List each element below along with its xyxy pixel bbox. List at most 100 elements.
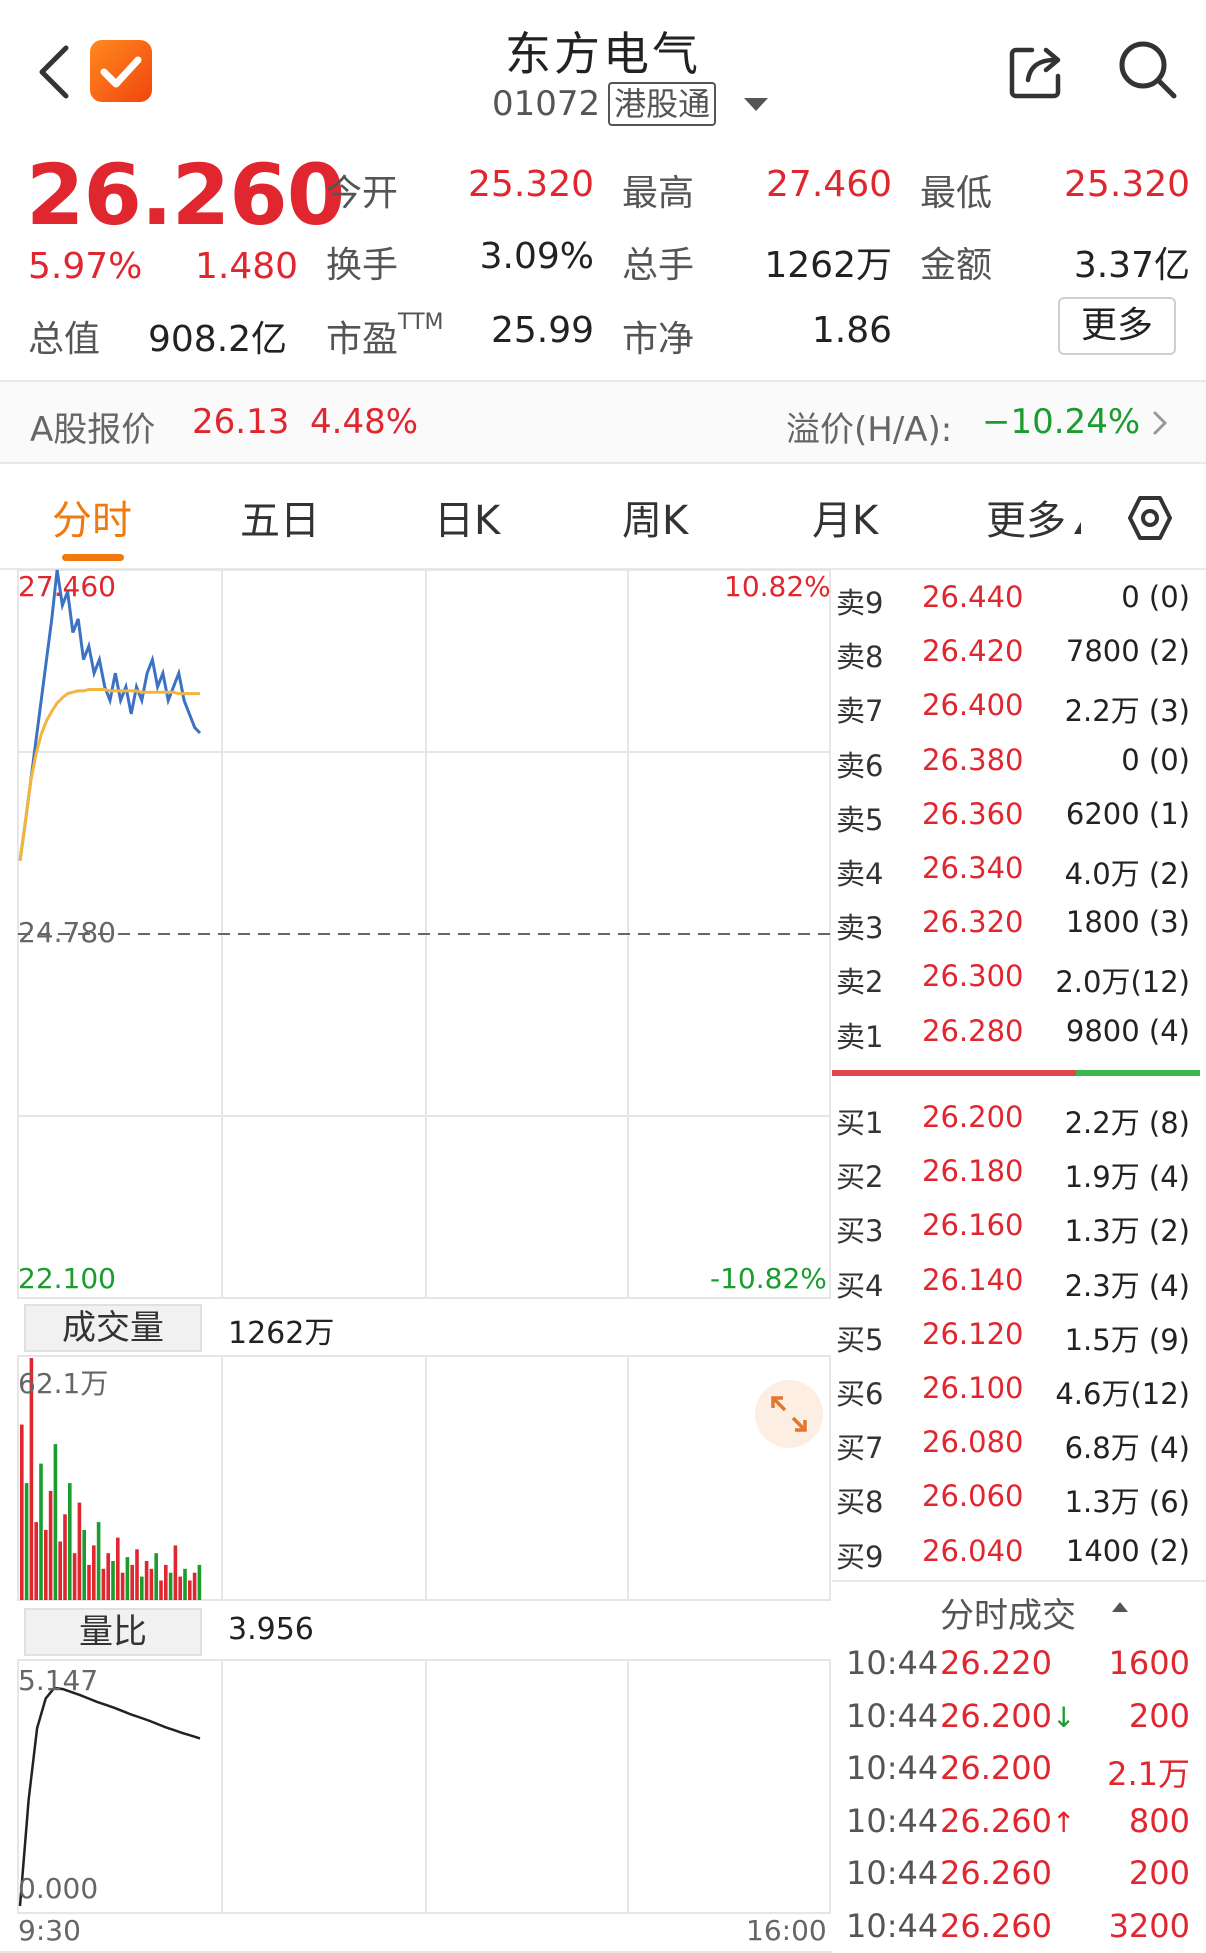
tab-monthly-k[interactable]: 月K (812, 488, 878, 546)
ask-row[interactable]: 卖3 26.320 1800 (3) (836, 905, 1206, 959)
volume-bar (87, 1564, 91, 1600)
amount-label: 金额 (920, 245, 993, 286)
bid-level: 买1 (836, 1106, 884, 1140)
ask-row[interactable]: 卖8 26.420 7800 (2) (836, 634, 1206, 688)
volume-ratio-tab[interactable]: 量比 (24, 1608, 202, 1656)
bid-row[interactable]: 买3 26.160 1.3万 (2) (836, 1208, 1206, 1262)
volume-bar (20, 1424, 24, 1600)
bid-price: 26.040 (922, 1533, 1024, 1568)
ask-price: 26.340 (922, 851, 1024, 885)
tick-price: 26.260↑ (940, 1801, 1076, 1840)
bid-level: 买7 (836, 1431, 884, 1466)
search-icon[interactable] (1114, 36, 1180, 102)
tab-weekly-k[interactable]: 周K (622, 488, 688, 546)
volume-bar (197, 1564, 202, 1600)
tick-row: 10:44 26.260 200 (836, 1854, 1206, 1906)
bid-row[interactable]: 买5 26.120 1.5万 (9) (836, 1317, 1206, 1371)
bid-volume: 1.3万 (2) (1064, 1214, 1190, 1249)
bid-row[interactable]: 买2 26.180 1.9万 (4) (836, 1154, 1206, 1208)
volume-bar (77, 1502, 82, 1600)
volume-bar (192, 1572, 197, 1600)
volume-bar (44, 1529, 48, 1600)
tick-time: 10:44 (846, 1696, 939, 1735)
tick-row: 10:44 26.260 3200 (836, 1907, 1206, 1953)
volume-bar (130, 1564, 134, 1600)
tick-time: 10:44 (846, 1644, 939, 1682)
tab-five-day[interactable]: 五日 (240, 488, 320, 546)
ask-price: 26.380 (922, 742, 1024, 777)
expand-icon[interactable] (755, 1380, 823, 1448)
volume-bar (68, 1483, 72, 1600)
price-series (18, 569, 202, 861)
low-label: 最低 (920, 173, 993, 214)
volume-bar (144, 1561, 149, 1600)
ask-row[interactable]: 卖5 26.360 6200 (1) (836, 797, 1206, 851)
dropdown-caret-icon (744, 97, 769, 111)
volume-bar (48, 1490, 53, 1600)
volume-bar (120, 1572, 125, 1600)
volume-bar (154, 1553, 158, 1600)
bid-price: 26.200 (922, 1100, 1024, 1134)
more-stats-button[interactable]: 更多 (1058, 297, 1176, 355)
bid-row[interactable]: 买1 26.200 2.2万 (8) (836, 1100, 1206, 1154)
a-share-quote-row[interactable]: A股报价 26.13 4.48% 溢价(H/A): −10.24% (0, 382, 1206, 462)
volume-bar (58, 1541, 62, 1600)
a-share-percent: 4.48% (310, 402, 419, 442)
volume-bar (24, 1483, 29, 1600)
ask-row[interactable]: 卖1 26.280 9800 (4) (836, 1014, 1206, 1068)
share-icon[interactable] (1006, 40, 1068, 102)
volume-bar (173, 1545, 178, 1600)
tick-price: 26.260 (940, 1906, 1052, 1945)
bid-volume: 6.8万 (4) (1064, 1431, 1190, 1466)
tab-intraday[interactable]: 分时 (52, 488, 132, 546)
turnover-value: 3.09% (479, 236, 594, 277)
volume-bar (106, 1553, 110, 1600)
premium-label: 溢价(H/A): (786, 410, 953, 450)
ask-level: 卖8 (836, 640, 884, 675)
ask-row[interactable]: 卖4 26.340 4.0万 (2) (836, 851, 1206, 905)
volume-ratio-value: 3.956 (228, 1612, 314, 1647)
bid-price: 26.080 (922, 1425, 1024, 1460)
time-end-label: 16:00 (746, 1914, 827, 1947)
high-label: 最高 (622, 173, 695, 214)
a-share-price: 26.13 (192, 402, 290, 442)
tick-price: 26.220 (940, 1644, 1052, 1682)
ask-row[interactable]: 卖6 26.380 0 (0) (836, 743, 1206, 797)
ask-volume: 1800 (3) (1065, 905, 1190, 940)
pe-label: 市盈TTM (326, 310, 444, 360)
volume-max-label: 62.1万 (18, 1367, 109, 1400)
tab-more[interactable]: 更多 (986, 488, 1081, 546)
bid-level: 买5 (836, 1322, 884, 1357)
pct-axis-low: -10.82% (710, 1262, 827, 1295)
bid-level: 买6 (836, 1377, 884, 1411)
bid-row[interactable]: 买4 26.140 2.3万 (4) (836, 1263, 1206, 1317)
intraday-chart[interactable] (0, 568, 832, 1953)
settings-icon[interactable] (1126, 494, 1174, 542)
ask-level: 卖3 (836, 911, 884, 946)
bid-price: 26.120 (922, 1316, 1024, 1351)
stock-code-selector[interactable]: 01072 港股通 (492, 82, 769, 126)
ask-row[interactable]: 卖9 26.440 0 (0) (836, 580, 1206, 634)
ask-row[interactable]: 卖2 26.300 2.0万(12) (836, 959, 1206, 1013)
volume-bar (188, 1580, 192, 1600)
ask-volume: 6200 (1) (1065, 796, 1190, 831)
bid-row[interactable]: 买7 26.080 6.8万 (4) (836, 1425, 1206, 1479)
pe-value: 25.99 (490, 310, 594, 351)
ask-level: 卖6 (836, 748, 884, 783)
bid-row[interactable]: 买8 26.060 1.3万 (6) (836, 1479, 1206, 1533)
volume-bar (168, 1572, 173, 1600)
bid-volume: 2.2万 (8) (1064, 1106, 1190, 1140)
bid-level: 买3 (836, 1214, 884, 1249)
volume-bar (135, 1549, 139, 1600)
bid-row[interactable]: 买6 26.100 4.6万(12) (836, 1371, 1206, 1425)
volume-bar (39, 1463, 43, 1600)
ratio-min-label: 0.000 (18, 1872, 99, 1905)
volume-indicator-tab[interactable]: 成交量 (24, 1304, 202, 1352)
tab-daily-k[interactable]: 日K (434, 488, 500, 546)
tick-trades-header[interactable]: 分时成交 (940, 1588, 1076, 1637)
volume-grid (17, 1355, 831, 1601)
volume-bar (34, 1522, 38, 1600)
ask-price: 26.400 (922, 688, 1024, 723)
corner-caret-icon (1074, 522, 1081, 534)
ask-row[interactable]: 卖7 26.400 2.2万 (3) (836, 688, 1206, 742)
